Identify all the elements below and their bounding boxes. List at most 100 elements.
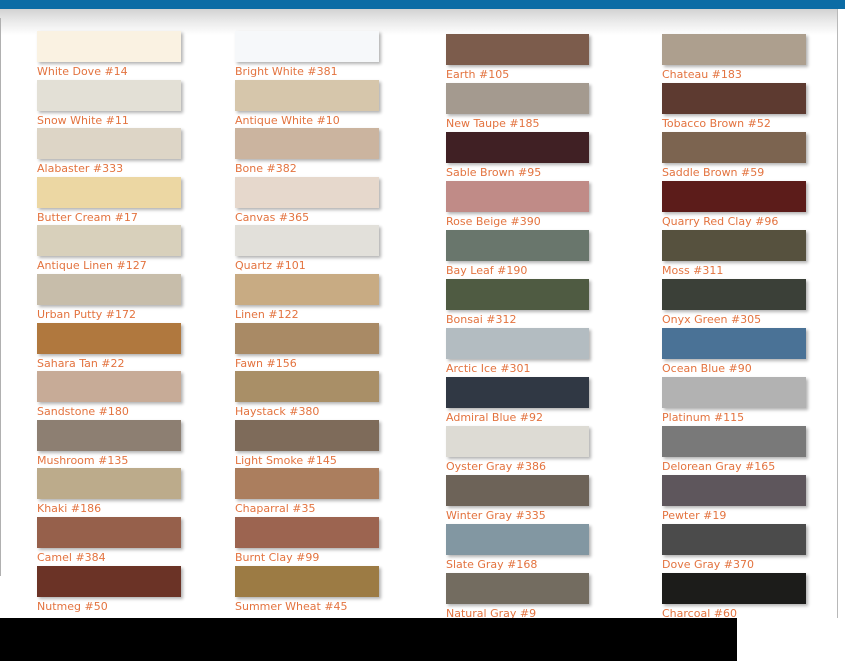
color-swatch-item[interactable]: Oyster Gray #386 (446, 426, 589, 475)
color-chip[interactable] (662, 132, 806, 163)
color-swatch-item[interactable]: Natural Gray #9 (446, 573, 589, 618)
color-swatch-item[interactable]: White Dove #14 (37, 31, 181, 80)
color-swatch-item[interactable]: Saddle Brown #59 (662, 132, 806, 181)
color-chip[interactable] (446, 230, 589, 261)
color-chip[interactable] (662, 279, 806, 310)
color-chip[interactable] (662, 230, 806, 261)
color-chip[interactable] (662, 524, 806, 555)
color-chip[interactable] (446, 573, 589, 604)
color-swatch-item[interactable]: Platinum #115 (662, 377, 806, 426)
color-swatch-item[interactable]: Bonsai #312 (446, 279, 589, 328)
color-chip[interactable] (235, 31, 379, 62)
color-chip[interactable] (37, 128, 181, 160)
color-chip[interactable] (662, 573, 806, 604)
color-swatch-item[interactable]: Charcoal #60 (662, 573, 806, 618)
color-chip[interactable] (446, 181, 589, 212)
color-chip[interactable] (235, 516, 379, 548)
color-swatch-item[interactable]: Sable Brown #95 (446, 132, 589, 181)
color-chip[interactable] (235, 79, 379, 111)
color-chip[interactable] (662, 181, 806, 212)
color-swatch-item[interactable]: Pewter #19 (662, 475, 806, 524)
color-chip[interactable] (446, 83, 589, 114)
color-chip[interactable] (37, 31, 181, 62)
color-chip[interactable] (446, 328, 589, 359)
color-chip[interactable] (662, 83, 806, 114)
color-swatch-item[interactable]: Butter Cream #17 (37, 176, 181, 226)
color-swatch-item[interactable]: Winter Gray #335 (446, 475, 589, 524)
color-chip[interactable] (446, 34, 589, 65)
color-chip[interactable] (235, 322, 379, 354)
color-swatch-item[interactable]: Sandstone #180 (37, 371, 181, 420)
color-chip[interactable] (235, 419, 379, 451)
color-chip[interactable] (37, 176, 181, 208)
color-chip[interactable] (37, 468, 181, 500)
color-chip[interactable] (37, 79, 181, 111)
color-swatch-item[interactable]: Chateau #183 (662, 34, 806, 83)
color-chip[interactable] (235, 273, 379, 305)
color-swatch-item[interactable]: Rose Beige #390 (446, 181, 589, 230)
color-swatch-item[interactable]: Haystack #380 (235, 371, 379, 420)
color-chip-label: Haystack #380 (235, 405, 320, 419)
color-swatch-item[interactable]: Snow White #11 (37, 79, 181, 129)
color-chip[interactable] (446, 475, 589, 506)
color-chip[interactable] (37, 273, 181, 305)
color-chip[interactable] (235, 468, 379, 500)
color-swatch-item[interactable]: Linen #122 (235, 273, 379, 323)
swatch-column-2: Bright White #381 Antique White #10 Bone #… (235, 31, 379, 614)
color-swatch-item[interactable]: Onyx Green #305 (662, 279, 806, 328)
color-chip-label: Camel #384 (37, 550, 106, 564)
color-chip[interactable] (662, 475, 806, 506)
color-swatch-item[interactable]: Camel #384 (37, 516, 181, 566)
color-chip[interactable] (37, 565, 181, 597)
color-swatch-item[interactable]: Sahara Tan #22 (37, 322, 181, 372)
color-swatch-item[interactable]: Antique White #10 (235, 79, 379, 129)
color-chip[interactable] (235, 371, 379, 403)
color-swatch-item[interactable]: Bay Leaf #190 (446, 230, 589, 279)
color-swatch-item[interactable]: Summer Wheat #45 (235, 565, 379, 615)
color-swatch-item[interactable]: Burnt Clay #99 (235, 516, 379, 566)
color-chip[interactable] (446, 279, 589, 310)
color-swatch-item[interactable]: New Taupe #185 (446, 83, 589, 132)
color-chip[interactable] (37, 516, 181, 548)
color-swatch-item[interactable]: Bone #382 (235, 128, 379, 177)
color-chip[interactable] (662, 34, 806, 65)
color-chip[interactable] (662, 426, 806, 457)
color-chip[interactable] (446, 132, 589, 163)
color-chip[interactable] (446, 524, 589, 555)
color-swatch-item[interactable]: Bright White #381 (235, 31, 379, 80)
color-chip[interactable] (37, 419, 181, 451)
color-chip[interactable] (37, 225, 181, 257)
color-chip[interactable] (446, 377, 589, 408)
color-swatch-item[interactable]: Slate Gray #168 (446, 524, 589, 573)
color-swatch-item[interactable]: Fawn #156 (235, 322, 379, 372)
color-chip[interactable] (235, 225, 379, 257)
color-swatch-item[interactable]: Earth #105 (446, 34, 589, 83)
color-chip[interactable] (37, 371, 181, 403)
color-chip[interactable] (37, 322, 181, 354)
color-swatch-item[interactable]: Moss #311 (662, 230, 806, 279)
color-swatch-item[interactable]: Chaparral #35 (235, 468, 379, 517)
color-swatch-item[interactable]: Khaki #186 (37, 468, 181, 517)
color-swatch-item[interactable]: Arctic Ice #301 (446, 328, 589, 377)
color-swatch-item[interactable]: Quartz #101 (235, 225, 379, 274)
color-swatch-item[interactable]: Delorean Gray #165 (662, 426, 806, 475)
color-swatch-item[interactable]: Admiral Blue #92 (446, 377, 589, 426)
color-chip[interactable] (662, 328, 806, 359)
color-swatch-item[interactable]: Nutmeg #50 (37, 565, 181, 615)
color-swatch-item[interactable]: Quarry Red Clay #96 (662, 181, 806, 230)
color-swatch-item[interactable]: Tobacco Brown #52 (662, 83, 806, 132)
color-chip[interactable] (235, 176, 379, 208)
color-swatch-item[interactable]: Dove Gray #370 (662, 524, 806, 573)
color-chip[interactable] (235, 565, 379, 597)
color-swatch-item[interactable]: Mushroom #135 (37, 419, 181, 469)
color-swatch-item[interactable]: Urban Putty #172 (37, 273, 181, 323)
color-chip-label: Slate Gray #168 (446, 558, 538, 571)
color-chip[interactable] (235, 128, 379, 160)
color-swatch-item[interactable]: Light Smoke #145 (235, 419, 379, 469)
color-swatch-item[interactable]: Ocean Blue #90 (662, 328, 806, 377)
color-chip[interactable] (446, 426, 589, 457)
color-swatch-item[interactable]: Antique Linen #127 (37, 225, 181, 274)
color-swatch-item[interactable]: Canvas #365 (235, 176, 379, 226)
color-chip[interactable] (662, 377, 806, 408)
color-swatch-item[interactable]: Alabaster #333 (37, 128, 181, 177)
